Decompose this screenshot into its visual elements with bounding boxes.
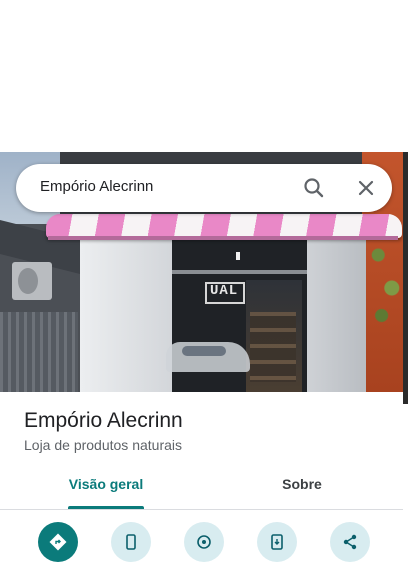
search-icon [304, 178, 324, 198]
close-icon [358, 180, 374, 196]
right-pillar [300, 222, 366, 392]
tab-divider [0, 509, 403, 510]
tab-about[interactable]: Sobre [260, 476, 344, 492]
metal-gate [0, 312, 78, 392]
top-blank-area [0, 0, 408, 152]
ceiling-lamp [236, 252, 240, 260]
place-info-panel: Empório Alecrinn Loja de produtos natura… [0, 392, 403, 562]
nearby-button[interactable] [184, 522, 224, 562]
door-frame [172, 270, 307, 274]
call-button[interactable] [111, 522, 151, 562]
send-to-phone-button[interactable] [257, 522, 297, 562]
clear-search-button[interactable] [352, 174, 380, 202]
tab-overview[interactable]: Visão geral [60, 476, 152, 492]
search-button[interactable] [300, 174, 328, 202]
share-button[interactable] [330, 522, 370, 562]
awning-edge [48, 236, 398, 240]
place-category[interactable]: Loja de produtos naturais [24, 437, 182, 453]
store-sign-text: UAL [210, 283, 239, 299]
air-conditioner-fan [18, 268, 38, 294]
place-title: Empório Alecrinn [24, 409, 183, 432]
send-to-phone-icon [271, 534, 283, 550]
white-pillar [80, 222, 172, 392]
share-icon [343, 534, 357, 550]
search-input[interactable]: Empório Alecrinn [40, 178, 153, 195]
phone-icon [126, 534, 136, 550]
store-shelf [250, 312, 296, 382]
search-box[interactable]: Empório Alecrinn [16, 164, 392, 212]
nearby-icon [197, 535, 211, 549]
reflected-car-window [182, 346, 226, 356]
directions-button[interactable] [38, 522, 78, 562]
directions-icon [49, 533, 67, 551]
striped-awning [46, 214, 402, 238]
scrollbar-thumb[interactable] [403, 152, 408, 404]
